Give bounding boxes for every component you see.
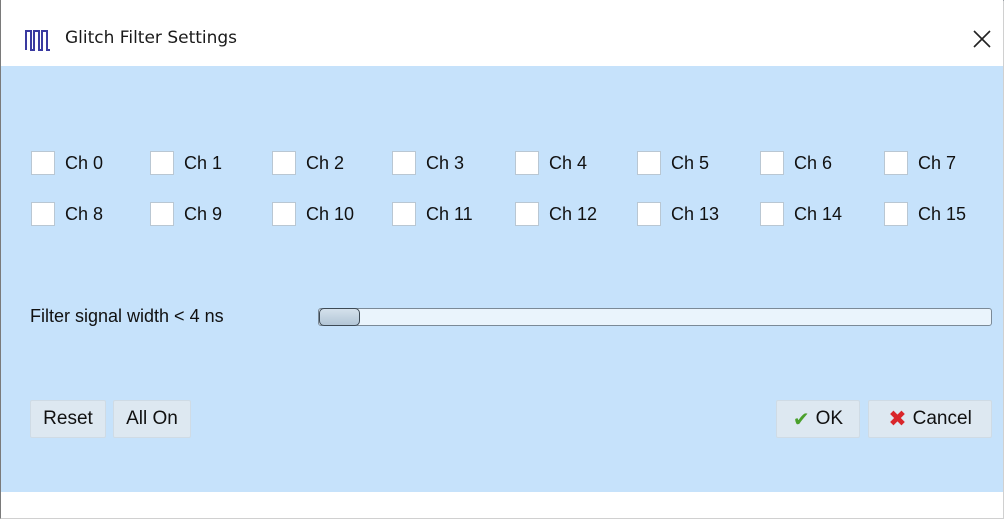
ok-button-label: OK bbox=[815, 408, 844, 429]
glitch-filter-dialog: Glitch Filter Settings Ch 0 Ch 1 Ch 2 Ch 3C… bbox=[0, 0, 1004, 519]
checkbox-box[interactable] bbox=[884, 151, 908, 175]
channel-label: Ch 7 bbox=[918, 152, 957, 173]
checkbox-box[interactable] bbox=[760, 202, 784, 226]
title-bar: Glitch Filter Settings bbox=[1, 0, 1003, 66]
checkbox-box[interactable] bbox=[637, 151, 661, 175]
checkbox-box[interactable] bbox=[150, 202, 174, 226]
all-on-button[interactable]: All On bbox=[113, 400, 191, 438]
channel-checkbox[interactable]: Ch 4 bbox=[515, 150, 587, 176]
channel-checkbox[interactable]: Ch 10 bbox=[272, 201, 354, 227]
channel-label: Ch 6 bbox=[794, 152, 833, 173]
close-button[interactable] bbox=[969, 26, 995, 52]
channel-checkbox[interactable]: Ch 6 bbox=[760, 150, 832, 176]
channel-checkbox[interactable]: Ch 2 bbox=[272, 150, 344, 176]
channel-checkbox[interactable]: Ch 1 bbox=[150, 150, 222, 176]
close-icon[interactable] bbox=[969, 26, 995, 52]
channel-label: Ch 11 bbox=[426, 203, 473, 224]
all-on-button-label: All On bbox=[126, 408, 178, 429]
channel-checkbox[interactable]: Ch 15 bbox=[884, 201, 966, 227]
channel-label: Ch 1 bbox=[184, 152, 223, 173]
channel-checkbox[interactable]: Ch 8 bbox=[31, 201, 103, 227]
channel-label: Ch 13 bbox=[671, 203, 720, 224]
channel-label: Ch 12 bbox=[549, 203, 598, 224]
channel-label: Ch 15 bbox=[918, 203, 967, 224]
channel-checkbox[interactable]: Ch 7 bbox=[884, 150, 956, 176]
channel-label: Ch 2 bbox=[306, 152, 345, 173]
dialog-content: Ch 0 Ch 1 Ch 2 Ch 3 Ch 4 Ch 5 Ch 6 Ch 7 Ch 8 Ch … bbox=[1, 66, 1003, 492]
channel-checkbox[interactable]: Ch 12 bbox=[515, 201, 597, 227]
ok-button[interactable]: ✔ OK bbox=[776, 400, 860, 438]
checkbox-box[interactable] bbox=[884, 202, 908, 226]
reset-button-label: Reset bbox=[43, 408, 93, 429]
checkbox-box[interactable] bbox=[637, 202, 661, 226]
checkbox-box[interactable] bbox=[272, 151, 296, 175]
reset-button[interactable]: Reset bbox=[30, 400, 106, 438]
checkbox-box[interactable] bbox=[392, 202, 416, 226]
checkbox-box[interactable] bbox=[515, 151, 539, 175]
channel-checkbox[interactable]: Ch 11 bbox=[392, 201, 473, 227]
checkbox-box[interactable] bbox=[272, 202, 296, 226]
channel-label: Ch 9 bbox=[184, 203, 223, 224]
glitch-pulse-icon bbox=[25, 29, 51, 51]
checkbox-box[interactable] bbox=[150, 151, 174, 175]
channel-label: Ch 3 bbox=[426, 152, 465, 173]
cancel-button-label: Cancel bbox=[912, 408, 972, 429]
channel-label: Ch 4 bbox=[549, 152, 588, 173]
channel-checkbox[interactable]: Ch 14 bbox=[760, 201, 842, 227]
filter-width-slider[interactable] bbox=[318, 308, 992, 326]
checkbox-box[interactable] bbox=[515, 202, 539, 226]
channel-checkbox[interactable]: Ch 9 bbox=[150, 201, 222, 227]
checkbox-box[interactable] bbox=[392, 151, 416, 175]
x-mark-icon: ✖ bbox=[888, 406, 907, 431]
filter-width-slider-thumb[interactable] bbox=[319, 308, 360, 326]
channel-label: Ch 0 bbox=[65, 152, 104, 173]
checkmark-icon: ✔ bbox=[792, 408, 810, 431]
channel-checkbox[interactable]: Ch 3 bbox=[392, 150, 464, 176]
channel-checkbox[interactable]: Ch 13 bbox=[637, 201, 719, 227]
channel-checkbox[interactable]: Ch 0 bbox=[31, 150, 103, 176]
checkbox-box[interactable] bbox=[31, 202, 55, 226]
channel-label: Ch 10 bbox=[306, 203, 355, 224]
window-title: Glitch Filter Settings bbox=[65, 28, 238, 48]
filter-width-label: Filter signal width < 4 ns bbox=[30, 306, 224, 326]
checkbox-box[interactable] bbox=[760, 151, 784, 175]
channel-label: Ch 5 bbox=[671, 152, 710, 173]
channel-label: Ch 8 bbox=[65, 203, 104, 224]
checkbox-box[interactable] bbox=[31, 151, 55, 175]
channel-checkbox[interactable]: Ch 5 bbox=[637, 150, 709, 176]
cancel-button[interactable]: ✖ Cancel bbox=[868, 400, 992, 438]
channel-label: Ch 14 bbox=[794, 203, 843, 224]
